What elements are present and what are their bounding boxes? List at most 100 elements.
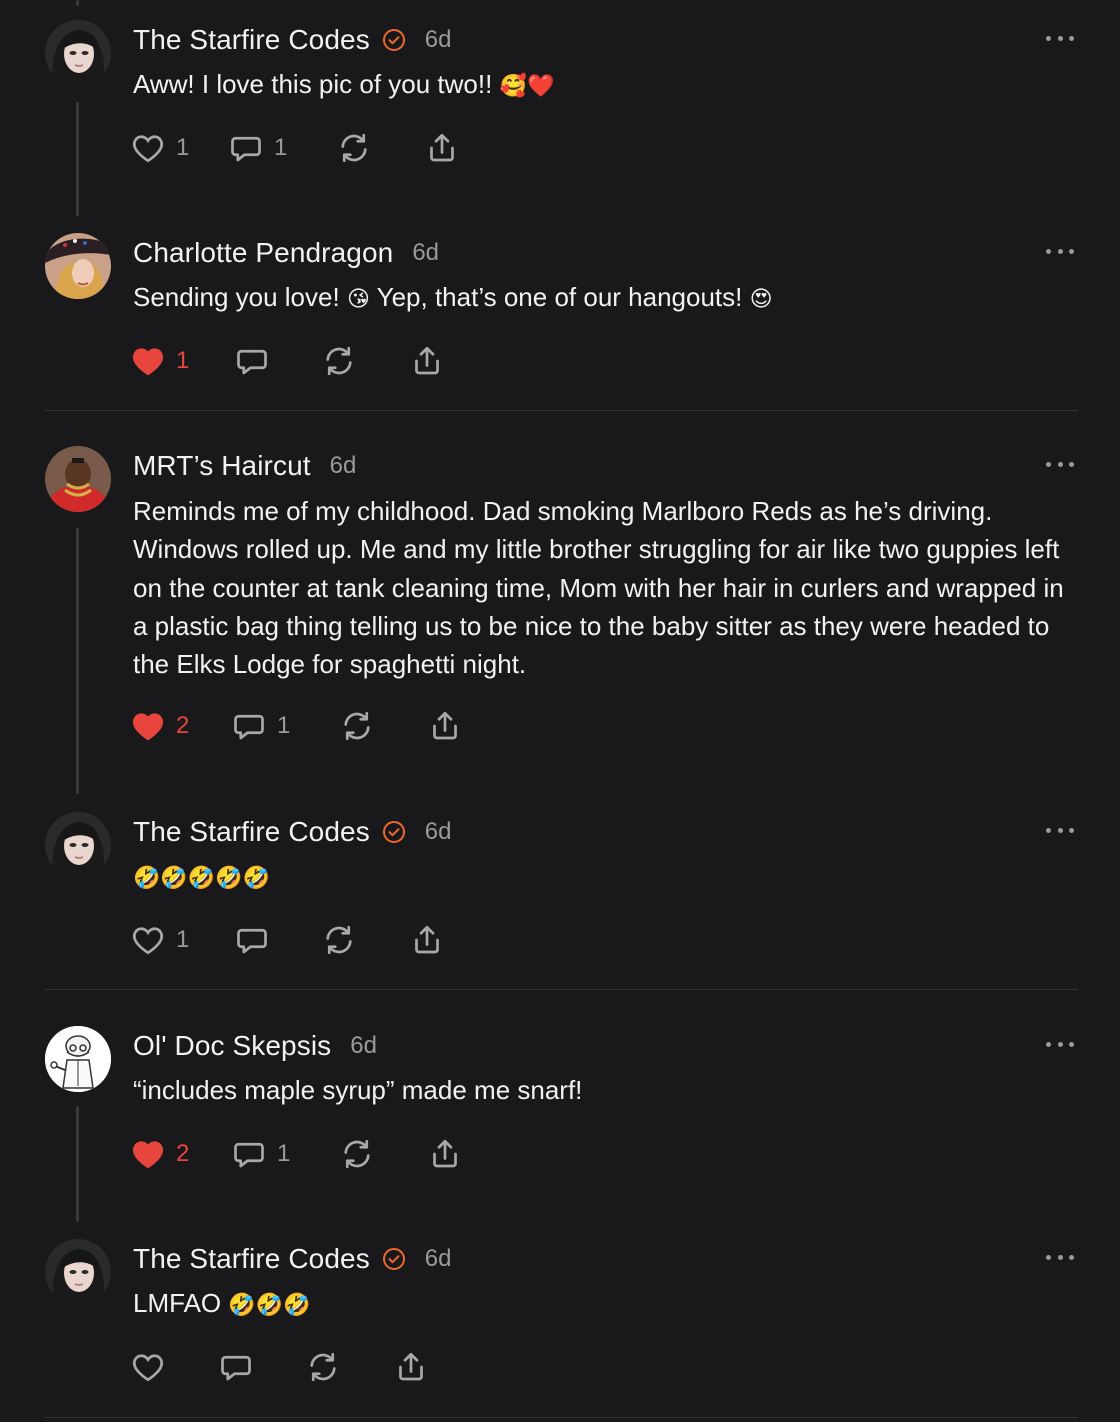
like-button[interactable]: 2 [130,1134,189,1174]
like-count: 1 [176,347,190,374]
more-options-icon[interactable] [1046,241,1074,261]
timestamp[interactable]: 6d [425,818,452,846]
reply-button[interactable]: 1 [231,1134,290,1174]
reply-button[interactable] [234,920,270,960]
thread-line [76,528,79,794]
comment-text: Aww! I love this pic of you two!! 🥰❤️ [133,65,1068,106]
share-button[interactable] [409,341,445,381]
restack-button[interactable] [339,706,375,746]
comment-text-part: Yep, that’s one of our hangouts! [369,282,750,312]
comment-text-part: Sending you love! [133,282,347,312]
comment-text: Reminds me of my childhood. Dad smoking … [133,496,1064,680]
comment-icon [237,928,267,954]
restack-icon [326,925,352,955]
avatar[interactable] [45,1239,111,1305]
share-button[interactable] [427,1134,463,1174]
more-options-icon[interactable] [1046,28,1074,48]
divider [45,1417,1078,1418]
more-options-icon[interactable] [1046,454,1074,474]
comment-icon [231,136,261,162]
avatar[interactable] [45,446,111,512]
share-icon [415,346,439,375]
more-options-icon[interactable] [1046,1034,1074,1054]
emoji: 😘 [346,287,370,312]
avatar[interactable] [45,1026,111,1092]
heart-icon [132,927,164,955]
like-count: 2 [176,1140,190,1167]
comment-text: LMFAO 🤣🤣🤣 [133,1284,1068,1325]
avatar[interactable] [45,233,111,299]
timestamp[interactable]: 6d [425,26,452,54]
author-name[interactable]: The Starfire Codes [133,24,370,56]
restack-button[interactable] [321,341,357,381]
restack-button[interactable] [336,128,372,168]
timestamp[interactable]: 6d [425,1245,452,1273]
restack-button[interactable] [305,1347,341,1387]
heart-filled-icon [132,1141,164,1169]
thread-line [76,102,79,216]
like-button[interactable] [130,1347,166,1387]
like-button[interactable]: 2 [130,706,189,746]
share-icon [415,925,439,954]
restack-icon [344,1139,370,1169]
emoji: 🤣🤣🤣 [228,1293,311,1318]
heart-filled-icon [132,713,164,741]
restack-icon [326,346,352,376]
reply-button[interactable]: 1 [228,128,287,168]
verified-badge-icon [382,1248,405,1270]
reply-button[interactable] [218,1347,254,1387]
restack-button[interactable] [321,920,357,960]
author-name[interactable]: Charlotte Pendragon [133,237,393,269]
heart-icon [132,135,164,163]
like-button[interactable]: 1 [130,341,189,381]
avatar[interactable] [45,20,111,86]
divider [45,410,1078,411]
emoji: 🥰❤️ [499,74,555,99]
comment-text: 🤣🤣🤣🤣🤣 [133,857,1068,898]
reply-count: 1 [277,1140,291,1167]
comment-icon [221,1355,251,1381]
thread-line [76,1106,79,1222]
comment-icon [234,1142,264,1168]
avatar[interactable] [45,812,111,878]
share-icon [433,711,457,740]
share-icon [433,1139,457,1168]
heart-icon [132,1354,164,1382]
more-options-icon[interactable] [1046,820,1074,840]
comment-text-part: LMFAO [133,1288,229,1318]
comment-icon [237,349,267,375]
author-name[interactable]: MRT’s Haircut [133,450,311,482]
share-icon [430,133,454,162]
restack-icon [310,1352,336,1382]
share-button[interactable] [424,128,460,168]
like-count: 1 [176,926,190,953]
author-name[interactable]: The Starfire Codes [133,816,370,848]
reply-button[interactable] [234,341,270,381]
reply-button[interactable]: 1 [231,706,290,746]
like-count: 1 [176,134,190,161]
like-count: 2 [176,712,190,739]
timestamp[interactable]: 6d [350,1032,377,1060]
author-name[interactable]: The Starfire Codes [133,1243,370,1275]
reply-count: 1 [277,712,291,739]
timestamp[interactable]: 6d [330,452,357,480]
like-button[interactable]: 1 [130,128,189,168]
share-icon [399,1352,423,1381]
restack-button[interactable] [339,1134,375,1174]
comment-text: Sending you love! 😘 Yep, that’s one of o… [133,278,1068,319]
share-button[interactable] [393,1347,429,1387]
divider [45,989,1078,990]
share-button[interactable] [427,706,463,746]
verified-badge-icon [382,29,405,51]
author-name[interactable]: Ol' Doc Skepsis [133,1030,331,1062]
emoji: 😍 [749,287,773,312]
more-options-icon[interactable] [1046,1247,1074,1267]
restack-icon [341,133,367,163]
restack-icon [344,711,370,741]
like-button[interactable]: 1 [130,920,189,960]
heart-filled-icon [132,348,164,376]
timestamp[interactable]: 6d [412,239,439,267]
share-button[interactable] [409,920,445,960]
thread-line [76,0,79,6]
reply-count: 1 [274,134,288,161]
